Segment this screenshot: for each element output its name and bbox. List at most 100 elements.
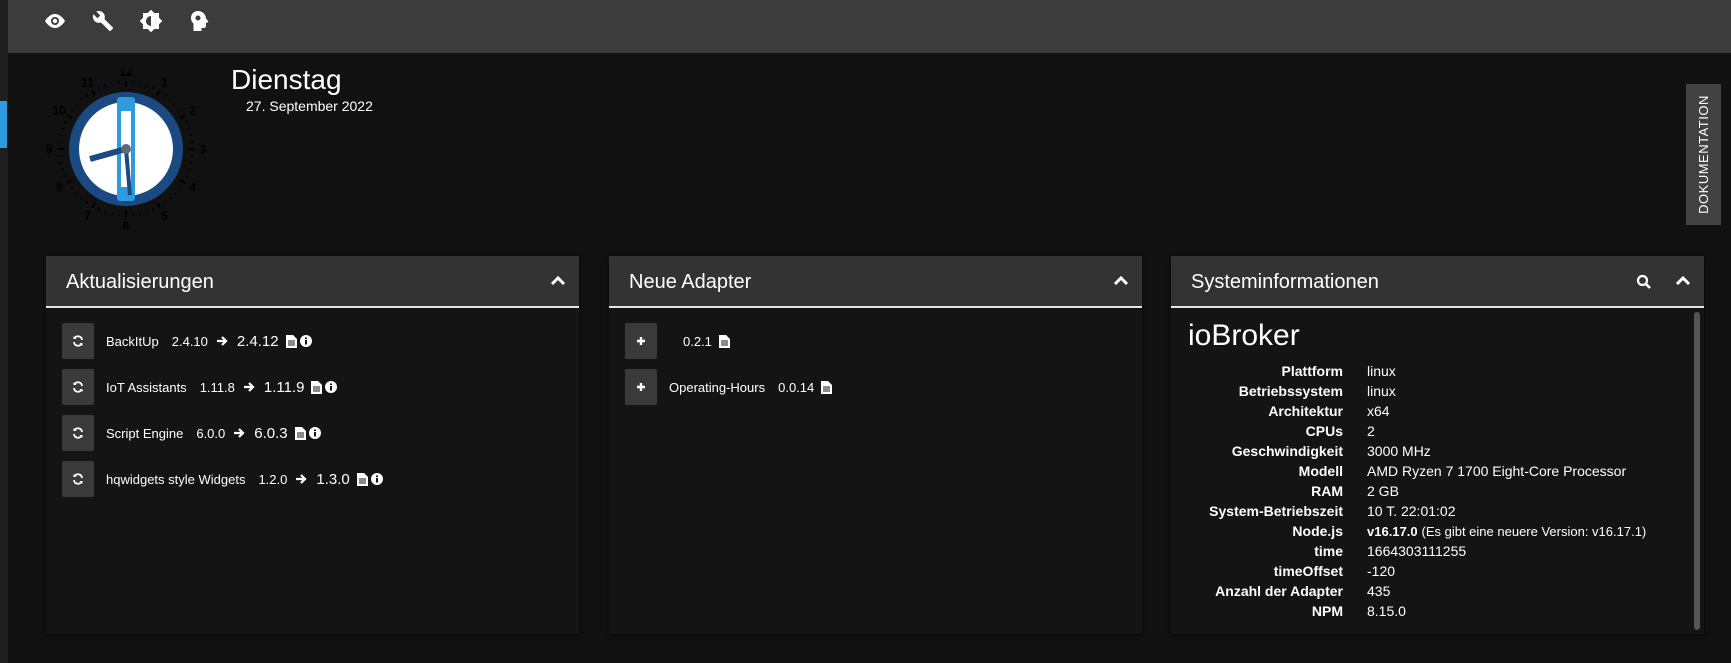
add-adapter-button[interactable] [625, 369, 657, 405]
clock-tick [163, 201, 167, 205]
adapter-name: BackItUp [106, 333, 159, 349]
clock-tick [91, 202, 96, 209]
sysinfo-label: Plattform [1281, 363, 1343, 379]
clock-tick [61, 168, 65, 171]
arrow-right-icon [216, 335, 228, 347]
sysinfo-row: NPM 8.15.0 [1171, 603, 1691, 623]
clock-tick [145, 84, 148, 88]
update-button[interactable] [62, 323, 94, 359]
sysinfo-panel-title: Systeminformationen [1191, 271, 1379, 293]
search-icon[interactable] [1636, 274, 1652, 290]
changelog-icon[interactable] [294, 426, 306, 440]
clock-tick [185, 120, 189, 124]
update-button[interactable] [62, 461, 94, 497]
sysinfo-value: 435 [1367, 583, 1390, 599]
clock-number: 2 [189, 104, 196, 118]
clock-tick [70, 108, 74, 112]
update-button[interactable] [62, 369, 94, 405]
changelog-icon[interactable] [311, 380, 323, 394]
head-icon[interactable] [186, 8, 212, 34]
updates-panel: Aktualisierungen BackItUp 2.4.10 2.4.12 IoT… [46, 256, 579, 634]
readme-icon[interactable] [821, 380, 833, 394]
clock-tick [139, 212, 141, 216]
adapter-name: hqwidgets style Widgets [106, 471, 246, 487]
sysinfo-row: Anzahl der Adapter 435 [1171, 583, 1691, 603]
clock-tick [111, 82, 113, 86]
sysinfo-row: Betriebssystem linux [1171, 383, 1691, 403]
adapter-version: 0.0.14 [778, 379, 815, 395]
analog-clock: 12 1 2 3 4 5 6 7 8 9 10 11 [46, 65, 207, 233]
info-icon[interactable] [308, 427, 321, 439]
sysinfo-row: RAM 2 GB [1171, 483, 1691, 503]
clock-tick [70, 186, 74, 190]
clock-tick [63, 120, 67, 124]
sysinfo-panel-header: Systeminformationen [1171, 256, 1704, 308]
sysinfo-label: Betriebssystem [1238, 383, 1343, 399]
old-version: 6.0.0 [196, 425, 226, 441]
sysinfo-label: Architektur [1268, 403, 1343, 419]
update-button[interactable] [62, 415, 94, 451]
top-toolbar [8, 0, 1731, 53]
info-icon[interactable] [370, 473, 383, 485]
sysinfo-label: NPM [1311, 603, 1343, 619]
sysinfo-value-text: 1664303111255 [1367, 543, 1467, 559]
info-icon[interactable] [299, 335, 312, 347]
sysinfo-panel: Systeminformationen ioBroker Plattform li… [1171, 256, 1704, 634]
update-row: hqwidgets style Widgets 1.2.0 1.3.0 [62, 461, 383, 497]
scrollbar[interactable] [1694, 312, 1700, 630]
clock-tick [75, 103, 79, 106]
clock-tick [151, 208, 155, 212]
documentation-label: DOKUMENTATION [1696, 95, 1711, 214]
updates-panel-header: Aktualisierungen [46, 256, 579, 308]
sysinfo-value: v16.17.0 (Es gibt eine neuere Version: v… [1367, 523, 1646, 539]
old-version: 1.11.8 [199, 379, 235, 395]
wrench-icon[interactable] [90, 8, 116, 34]
sysinfo-value: linux [1367, 363, 1396, 379]
clock-tick [178, 108, 182, 112]
brightness-icon[interactable] [138, 8, 164, 34]
sysinfo-value: linux [1367, 383, 1396, 399]
clock-tick [163, 93, 167, 97]
documentation-tab[interactable]: DOKUMENTATION [1686, 84, 1721, 225]
chevron-up-icon[interactable] [1112, 272, 1130, 290]
sysinfo-value-text: x64 [1367, 403, 1390, 419]
refresh-icon [73, 381, 83, 393]
clock-number: 7 [84, 209, 91, 223]
info-icon[interactable] [325, 381, 338, 393]
weekday-label: Dienstag [231, 64, 342, 95]
clock-tick [59, 134, 63, 136]
sysinfo-value: -120 [1367, 563, 1395, 579]
clock-tick [178, 186, 182, 190]
changelog-icon[interactable] [285, 334, 297, 348]
sysinfo-value: AMD Ryzen 7 1700 Eight-Core Processor [1367, 463, 1626, 479]
sysinfo-value-text: AMD Ryzen 7 1700 Eight-Core Processor [1367, 463, 1627, 479]
clock-tick [139, 82, 141, 86]
clock-tick [187, 168, 191, 171]
adapter-version: 0.2.1 [683, 333, 712, 349]
clock-tick [85, 201, 89, 205]
add-adapter-button[interactable] [625, 323, 657, 359]
chevron-up-icon[interactable] [1674, 272, 1692, 290]
old-version: 2.4.10 [171, 333, 208, 349]
readme-icon[interactable] [718, 334, 730, 348]
sysinfo-row: CPUs 2 [1171, 423, 1691, 443]
sysinfo-row: Plattform linux [1171, 363, 1691, 383]
arrow-right-icon [233, 427, 245, 439]
sysinfo-value: x64 [1367, 403, 1390, 419]
sysinfo-label: time [1314, 543, 1343, 559]
sysinfo-label: Node.js [1292, 523, 1343, 539]
changelog-icon[interactable] [356, 472, 368, 486]
sysinfo-label: CPUs [1305, 423, 1343, 439]
sysinfo-row: time 1664303111255 [1171, 543, 1691, 563]
sysinfo-value: 3000 MHz [1367, 443, 1431, 459]
sysinfo-label: Anzahl der Adapter [1215, 583, 1343, 599]
chevron-up-icon[interactable] [549, 272, 567, 290]
clock-number: 8 [56, 181, 63, 195]
clock-tick [173, 103, 177, 106]
sysinfo-value-text: 2 [1367, 423, 1375, 439]
sysinfo-value-text: 3000 MHz [1367, 443, 1431, 459]
eye-icon[interactable] [42, 8, 68, 34]
clock-tick [156, 202, 161, 209]
arrow-right-icon [295, 473, 307, 485]
sysinfo-value-text: v16.17.0 [1367, 524, 1418, 539]
